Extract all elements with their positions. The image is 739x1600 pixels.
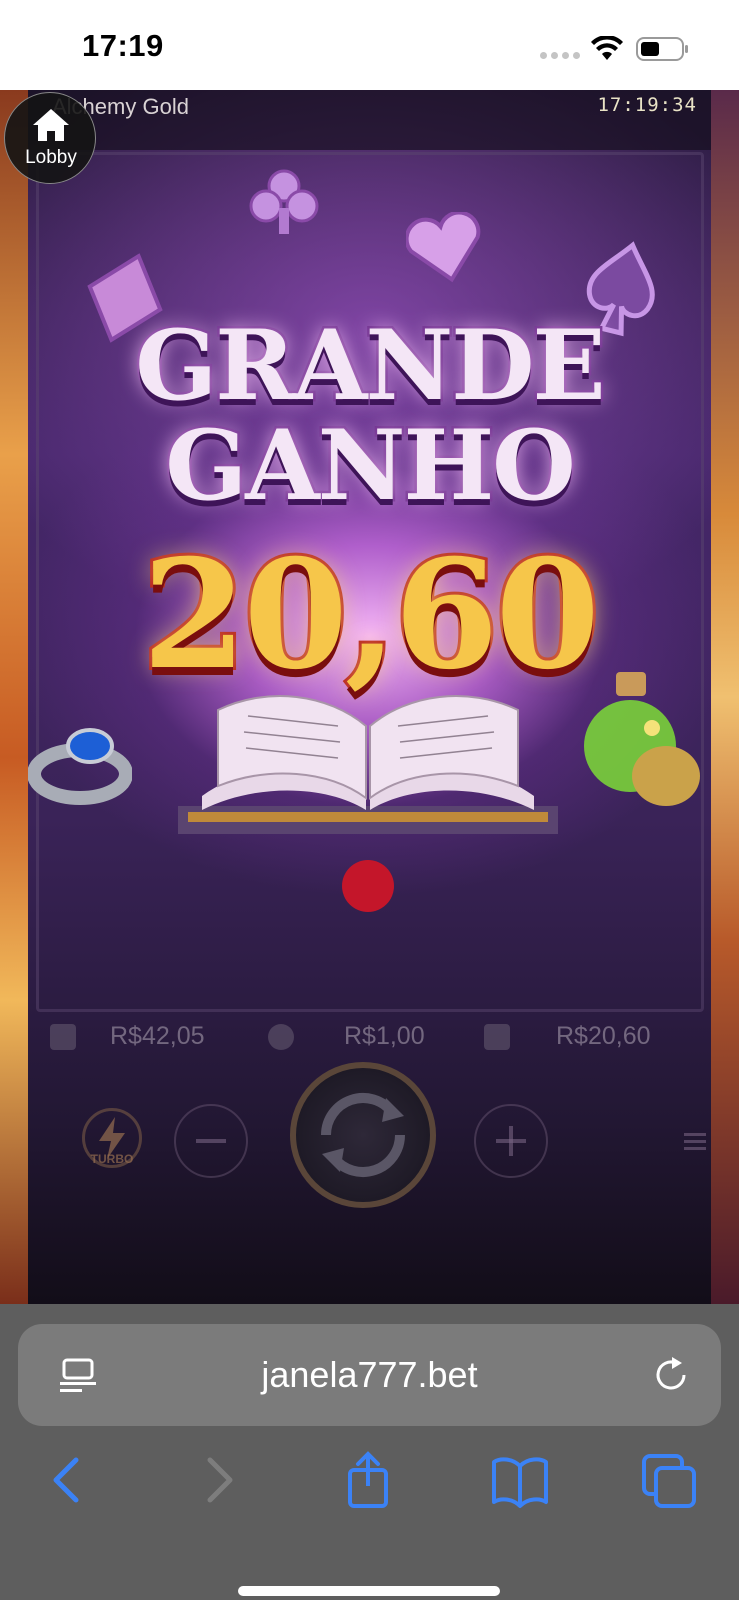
club-suit-icon: [249, 169, 319, 234]
game-view[interactable]: Alchemy Gold 17:19:34 GRANDE GANHO 20,60: [0, 90, 739, 1304]
status-bar: 17:19: [0, 0, 739, 90]
win-value: R$20,60: [556, 1022, 651, 1050]
cellular-signal-icon: [540, 52, 580, 59]
status-time: 17:19: [82, 28, 164, 63]
minus-icon: [196, 1139, 226, 1143]
lobby-label: Lobby: [25, 147, 77, 168]
coins-icon: [268, 1024, 294, 1050]
reload-icon[interactable]: [650, 1354, 692, 1396]
bookmarks-icon[interactable]: [490, 1450, 550, 1510]
bet-value: R$1,00: [344, 1022, 425, 1050]
decrease-bet-button[interactable]: [174, 1104, 248, 1178]
forward-icon[interactable]: [188, 1450, 248, 1510]
win-title-line-1: GRANDE: [133, 309, 608, 422]
home-icon: [33, 109, 69, 141]
url-text: janela777.bet: [261, 1354, 478, 1395]
share-icon[interactable]: [338, 1450, 398, 1510]
ring-illustration: [28, 728, 132, 805]
increase-bet-button[interactable]: [474, 1104, 548, 1178]
lobby-button[interactable]: Lobby: [4, 92, 96, 184]
win-title-line-2: GANHO: [163, 409, 579, 522]
turbo-label: TURBO: [90, 1152, 134, 1166]
heart-suit-icon: [406, 212, 481, 283]
battery-icon: [636, 37, 688, 61]
back-icon[interactable]: [38, 1450, 98, 1510]
background-left-edge: [0, 90, 28, 1304]
phone-screen: 17:19 Alchemy Gold 17:19:34 GRANDE GANHO…: [0, 0, 739, 1600]
game-clock: 17:19:34: [597, 94, 697, 116]
background-right-edge: [711, 90, 739, 1304]
spin-arrows-icon: [321, 1092, 405, 1178]
spin-button[interactable]: [290, 1062, 436, 1208]
plus-icon: [496, 1126, 526, 1156]
menu-icon[interactable]: [684, 1130, 706, 1152]
open-book-illustration: [178, 695, 558, 912]
address-bar[interactable]: janela777.bet: [18, 1324, 721, 1426]
balance-value: R$42,05: [110, 1022, 205, 1050]
wallet-icon: [50, 1024, 76, 1050]
values-row: R$42,05 R$1,00 R$20,60: [28, 1008, 711, 1068]
win-badge-icon: [484, 1024, 510, 1050]
navigation-row: [0, 1430, 739, 1530]
tabs-icon[interactable]: [640, 1450, 700, 1510]
game-controls: TURBO: [28, 1062, 711, 1270]
home-indicator: [238, 1586, 500, 1596]
potion-bottle-illustration: [584, 672, 700, 806]
wifi-icon: [591, 36, 623, 60]
browser-toolbar: janela777.bet: [0, 1304, 739, 1600]
